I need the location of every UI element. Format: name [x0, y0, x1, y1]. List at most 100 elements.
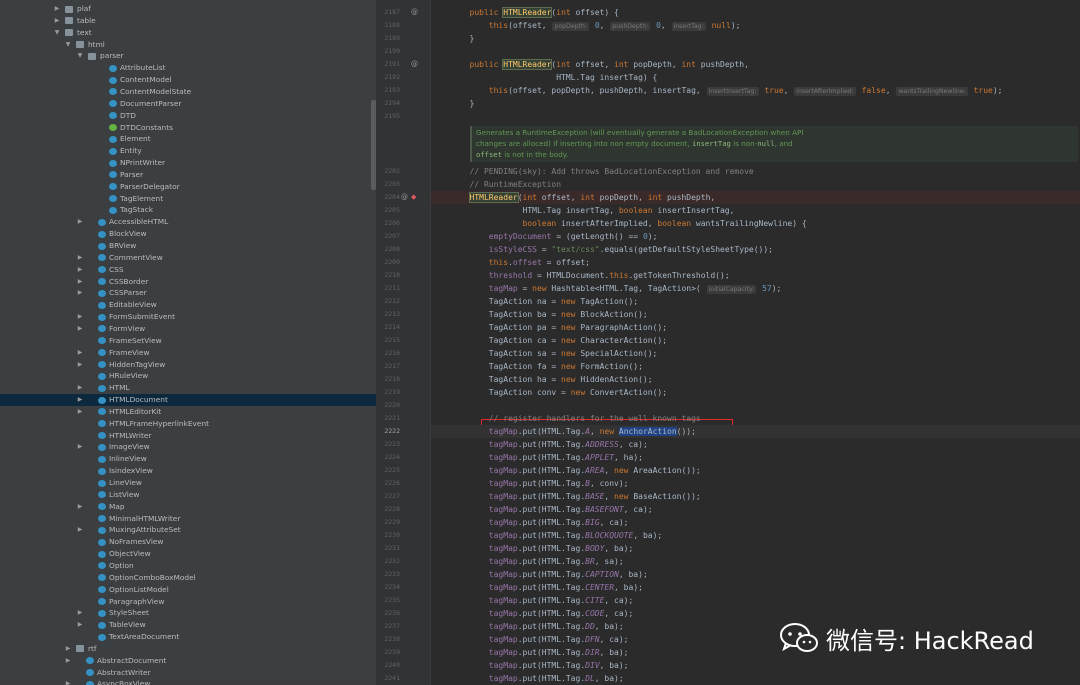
code-line[interactable]: // PENDING(sky): Add throws BadLocationE…	[431, 165, 1080, 178]
tree-item[interactable]: ▶ AbstractDocument	[0, 655, 376, 667]
code-line[interactable]: tagMap.put(HTML.Tag.BODY, ba);	[431, 542, 1080, 555]
tree-item[interactable]: ▼ text	[0, 27, 376, 39]
chevron-right-icon[interactable]: ▶	[76, 216, 84, 228]
tree-item[interactable]: ParserDelegator	[0, 181, 376, 193]
tree-item[interactable]: ▼ parser	[0, 50, 376, 62]
tree-item[interactable]: Option	[0, 560, 376, 572]
chevron-right-icon[interactable]: ▶	[76, 311, 84, 323]
code-line[interactable]: tagMap.put(HTML.Tag.CAPTION, ba);	[431, 568, 1080, 581]
chevron-right-icon[interactable]: ▶	[76, 347, 84, 359]
tree-item[interactable]: TagElement	[0, 193, 376, 205]
tree-item[interactable]: Entity	[0, 145, 376, 157]
code-line[interactable]: HTML.Tag insertTag, boolean insertInsert…	[431, 204, 1080, 217]
tree-item[interactable]: FrameSetView	[0, 335, 376, 347]
tree-item[interactable]: BlockView	[0, 228, 376, 240]
code-line[interactable]	[431, 45, 1080, 58]
code-line[interactable]: tagMap.put(HTML.Tag.ADDRESS, ca);	[431, 438, 1080, 451]
code-line[interactable]: tagMap.put(HTML.Tag.BASE, new BaseAction…	[431, 490, 1080, 503]
tree-item[interactable]: OptionComboBoxModel	[0, 572, 376, 584]
chevron-right-icon[interactable]: ▶	[76, 276, 84, 288]
code-line[interactable]: TagAction sa = new SpecialAction();	[431, 347, 1080, 360]
tree-item[interactable]: AbstractWriter	[0, 667, 376, 679]
chevron-right-icon[interactable]: ▶	[76, 287, 84, 299]
code-line[interactable]: isStyleCSS = "text/css".equals(getDefaul…	[431, 243, 1080, 256]
code-line[interactable]: this(offset, popDepth, pushDepth, insert…	[431, 84, 1080, 97]
tree-item[interactable]: ▶ StyleSheet	[0, 607, 376, 619]
code-line[interactable]: }	[431, 32, 1080, 45]
chevron-right-icon[interactable]: ▶	[76, 264, 84, 276]
code-line[interactable]: public HTMLReader(int offset) {	[431, 6, 1080, 19]
tree-item[interactable]: ▶ HTML	[0, 382, 376, 394]
code-line[interactable]: TagAction pa = new ParagraphAction();	[431, 321, 1080, 334]
chevron-down-icon[interactable]: ▼	[53, 27, 61, 39]
code-line[interactable]: tagMap.put(HTML.Tag.BASEFONT, ca);	[431, 503, 1080, 516]
tree-item[interactable]: ▶ HTMLDocument	[0, 394, 376, 406]
override-marker-icon[interactable]: @	[401, 191, 408, 204]
code-line[interactable]: tagMap.put(HTML.Tag.BLOCKQUOTE, ba);	[431, 529, 1080, 542]
tree-item[interactable]: ▶ CSSParser	[0, 287, 376, 299]
tree-item[interactable]: ▶ plaf	[0, 3, 376, 15]
chevron-right-icon[interactable]: ▶	[76, 619, 84, 631]
code-line[interactable]: TagAction ha = new HiddenAction();	[431, 373, 1080, 386]
code-line[interactable]: HTML.Tag insertTag) {	[431, 71, 1080, 84]
code-line[interactable]: public HTMLReader(int offset, int popDep…	[431, 58, 1080, 71]
tree-item[interactable]: ▶ CSS	[0, 264, 376, 276]
override-marker-icon[interactable]: @	[411, 58, 418, 71]
code-line[interactable]	[431, 399, 1080, 412]
tree-item[interactable]: LineView	[0, 477, 376, 489]
code-line[interactable]: }	[431, 97, 1080, 110]
tree-item[interactable]: HTMLFrameHyperlinkEvent	[0, 418, 376, 430]
tree-item[interactable]: ▶ FrameView	[0, 347, 376, 359]
code-line[interactable]: this.offset = offset;	[431, 256, 1080, 269]
code-line[interactable]: tagMap.put(HTML.Tag.APPLET, ha);	[431, 451, 1080, 464]
code-line[interactable]: tagMap.put(HTML.Tag.A, new AnchorAction(…	[431, 424, 1080, 438]
tree-item[interactable]: ObjectView	[0, 548, 376, 560]
code-line[interactable]: tagMap.put(HTML.Tag.DL, ba);	[431, 672, 1080, 685]
chevron-right-icon[interactable]: ▶	[76, 394, 84, 406]
tree-item[interactable]: DTDConstants	[0, 122, 376, 134]
code-line[interactable]: TagAction ba = new BlockAction();	[431, 308, 1080, 321]
tree-item[interactable]: EditableView	[0, 299, 376, 311]
chevron-right-icon[interactable]: ▶	[64, 655, 72, 667]
tree-item[interactable]: ▶ FormSubmitEvent	[0, 311, 376, 323]
code-line[interactable]: this(offset, popDepth: 0, pushDepth: 0, …	[431, 19, 1080, 32]
tree-item[interactable]: BRView	[0, 240, 376, 252]
tree-item[interactable]: ▶ HiddenTagView	[0, 359, 376, 371]
tree-item[interactable]: TextAreaDocument	[0, 631, 376, 643]
tree-item[interactable]: ▶ TableView	[0, 619, 376, 631]
tree-item[interactable]: InlineView	[0, 453, 376, 465]
chevron-right-icon[interactable]: ▶	[64, 678, 72, 685]
code-line[interactable]: threshold = HTMLDocument.this.getTokenTh…	[431, 269, 1080, 282]
tree-item[interactable]: TagStack	[0, 204, 376, 216]
code-line[interactable]: tagMap.put(HTML.Tag.CENTER, ba);	[431, 581, 1080, 594]
code-line[interactable]: TagAction fa = new FormAction();	[431, 360, 1080, 373]
tree-item[interactable]: ▶ ImageView	[0, 441, 376, 453]
tree-item[interactable]: ▶ FormView	[0, 323, 376, 335]
chevron-right-icon[interactable]: ▶	[76, 382, 84, 394]
tree-item[interactable]: DocumentParser	[0, 98, 376, 110]
code-line[interactable]	[431, 110, 1080, 123]
tree-item[interactable]: AttributeList	[0, 62, 376, 74]
tree-item[interactable]: Element	[0, 133, 376, 145]
tree-item[interactable]: ▶ Map	[0, 501, 376, 513]
tree-item[interactable]: Parser	[0, 169, 376, 181]
chevron-right-icon[interactable]: ▶	[53, 15, 61, 27]
chevron-down-icon[interactable]: ▼	[76, 50, 84, 62]
code-line[interactable]: tagMap.put(HTML.Tag.DFN, ca);	[431, 633, 1080, 646]
chevron-right-icon[interactable]: ▶	[76, 406, 84, 418]
tree-item[interactable]: ▶ HTMLEditorKit	[0, 406, 376, 418]
tree-item[interactable]: NoFramesView	[0, 536, 376, 548]
chevron-right-icon[interactable]: ▶	[64, 643, 72, 655]
tree-item[interactable]: ▶ CSSBorder	[0, 276, 376, 288]
tree-item[interactable]: ▶ table	[0, 15, 376, 27]
tree-item[interactable]: ContentModel	[0, 74, 376, 86]
tree-item[interactable]: ▶ rtf	[0, 643, 376, 655]
chevron-right-icon[interactable]: ▶	[76, 359, 84, 371]
chevron-right-icon[interactable]: ▶	[76, 252, 84, 264]
tree-item[interactable]: ParagraphView	[0, 596, 376, 608]
chevron-right-icon[interactable]: ▶	[76, 323, 84, 335]
breakpoint-icon[interactable]: ◆	[411, 191, 416, 204]
code-line[interactable]: TagAction ca = new CharacterAction();	[431, 334, 1080, 347]
override-marker-icon[interactable]: @	[411, 6, 418, 19]
project-tree[interactable]: ▶ plaf ▶ table ▼ text ▼ html ▼ parser AttributeLis…	[0, 0, 376, 685]
